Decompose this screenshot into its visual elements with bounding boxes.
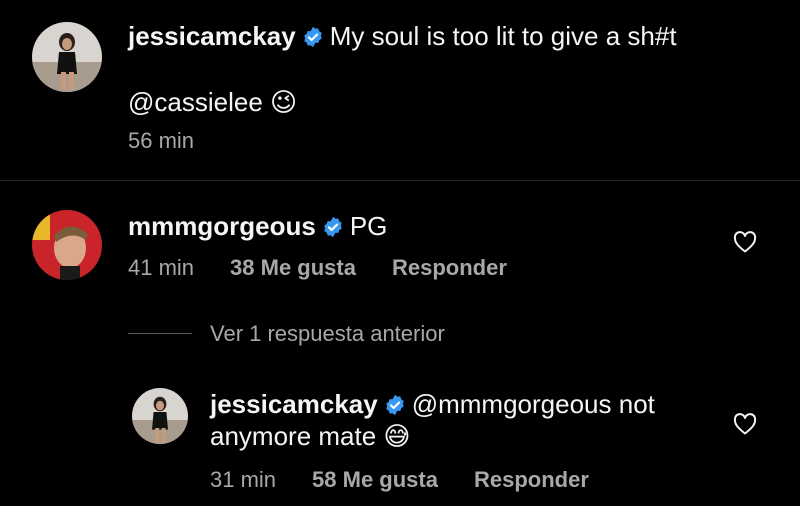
avatar-photo-jessicamckay (132, 388, 188, 444)
caption-text: My soul is too lit to give a sh#t (329, 21, 677, 51)
reply1-text-line1: @mmmgorgeous not (411, 389, 655, 419)
view-replies-line (128, 333, 192, 334)
reply1-username[interactable]: jessicamckay (210, 389, 378, 419)
comment1-reply-button[interactable]: Responder (392, 255, 507, 280)
caption-username[interactable]: jessicamckay (128, 21, 296, 51)
comment1-time: 41 min (128, 255, 195, 280)
comment1-username[interactable]: mmmgorgeous (128, 211, 316, 241)
caption-mention-line: @cassielee 😉 (128, 84, 297, 120)
wink-emoji: 😉 (270, 87, 298, 117)
verified-badge-icon (324, 216, 342, 238)
reply1-line2: anymore mate 😅 (210, 420, 655, 452)
verified-badge-icon (386, 394, 404, 416)
sweat-smile-emoji: 😅 (383, 421, 411, 451)
reply1-avatar[interactable] (132, 388, 188, 444)
reply1-text-line2: anymore mate (210, 421, 377, 451)
caption-time: 56 min (128, 128, 195, 153)
reply1-body: jessicamckay @mmmgorgeous not anymore mat… (210, 388, 655, 452)
heart-outline-icon[interactable] (733, 231, 757, 253)
caption-avatar[interactable] (32, 22, 102, 92)
comment1-header: mmmgorgeous PG (128, 208, 387, 244)
reply1-meta: 31 min 58 Me gusta Responder (210, 467, 625, 493)
avatar-photo-mmmgorgeous (32, 210, 102, 280)
caption-header: jessicamckay My soul is too lit to give a… (128, 18, 677, 54)
avatar-photo-jessicamckay (32, 22, 102, 92)
reply1-line1: jessicamckay @mmmgorgeous not (210, 388, 655, 420)
reply1-reply-button[interactable]: Responder (474, 467, 589, 492)
reply1-time: 31 min (210, 467, 277, 492)
comment1-meta: 41 min 38 Me gusta Responder (128, 255, 543, 281)
caption-meta: 56 min (128, 128, 230, 154)
heart-outline-icon[interactable] (733, 413, 757, 435)
caption-mention[interactable]: @cassielee (128, 87, 263, 117)
caption-divider (0, 180, 800, 181)
comment1-likes[interactable]: 38 Me gusta (230, 255, 356, 280)
comment1-text: PG (349, 211, 388, 241)
reply1-likes[interactable]: 58 Me gusta (312, 467, 438, 492)
comment1-avatar[interactable] (32, 210, 102, 280)
verified-badge-icon (304, 26, 322, 48)
view-replies-button[interactable]: Ver 1 respuesta anterior (210, 320, 445, 348)
